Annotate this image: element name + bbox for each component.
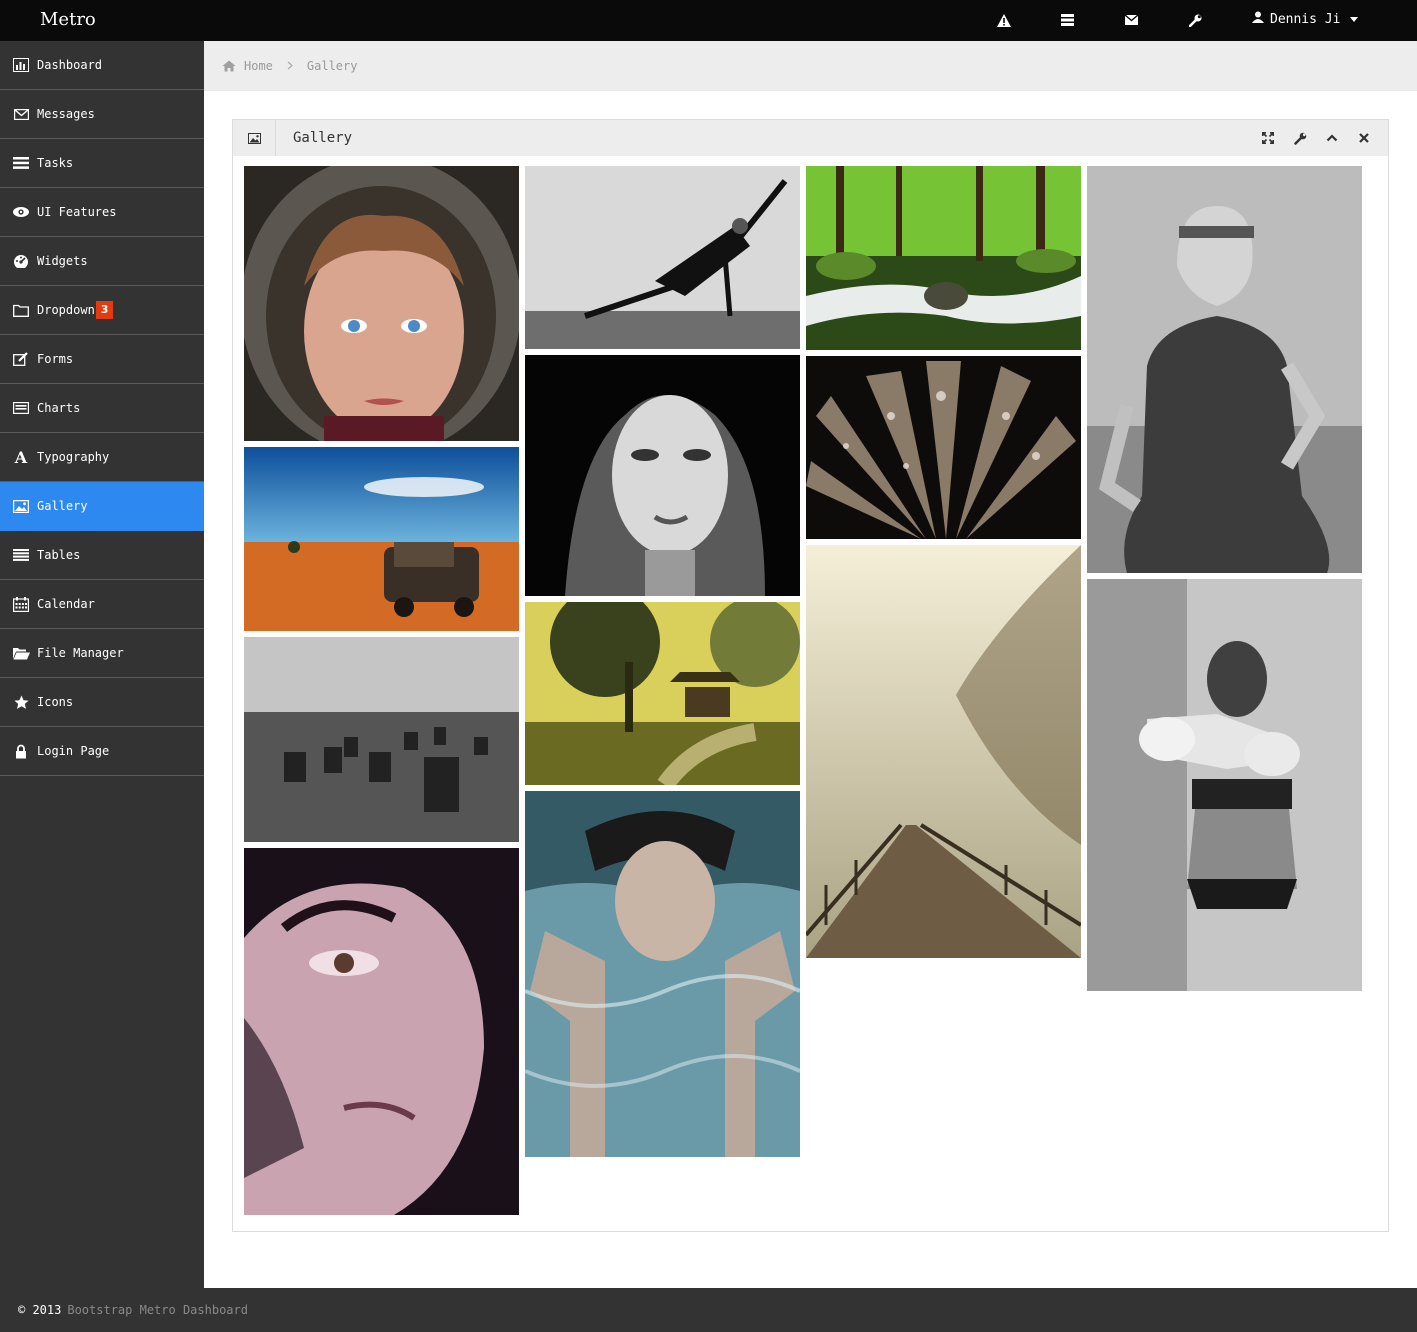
breadcrumb: Home Gallery xyxy=(204,41,1417,91)
bar-chart-icon xyxy=(12,57,30,73)
wrench-icon[interactable] xyxy=(1292,130,1308,146)
sidebar-item-label: Calendar xyxy=(37,597,95,611)
gallery-image-woman-headband-dress[interactable] xyxy=(1087,166,1362,573)
chevron-up-icon[interactable] xyxy=(1324,130,1340,146)
sidebar-item-label: Tasks xyxy=(37,156,74,170)
folder-open-icon xyxy=(12,645,30,661)
sidebar-item-tasks[interactable]: Tasks xyxy=(0,139,204,188)
dashboard-icon xyxy=(12,253,30,269)
gallery-image-woman-fur-hood[interactable] xyxy=(244,166,519,441)
fullscreen-icon[interactable] xyxy=(1260,130,1276,146)
tasks-icon[interactable] xyxy=(1057,10,1077,30)
sidebar-item-label: Charts xyxy=(37,401,81,415)
chevron-down-icon xyxy=(1350,16,1359,22)
wrench-icon[interactable] xyxy=(1185,10,1205,30)
sidebar-item-label: UI Features xyxy=(37,205,117,219)
sidebar-item-label: Dropdown xyxy=(37,303,95,317)
sidebar-item-forms[interactable]: Forms xyxy=(0,335,204,384)
lock-icon xyxy=(12,743,30,759)
gallery-image-boy-underwater[interactable] xyxy=(525,791,800,1157)
sidebar-item-label: Typography xyxy=(37,450,110,464)
sidebar-item-widgets[interactable]: Widgets xyxy=(0,237,204,286)
sidebar-item-charts[interactable]: Charts xyxy=(0,384,204,433)
sidebar-item-gallery[interactable]: Gallery xyxy=(0,482,204,531)
close-icon[interactable] xyxy=(1356,130,1372,146)
sidebar-item-dropdown[interactable]: Dropdown 3 xyxy=(0,286,204,335)
brand-logo[interactable]: Metro xyxy=(40,9,96,30)
home-icon xyxy=(222,60,236,72)
align-justify-icon xyxy=(12,547,30,563)
gallery-image-woman-face-closeup[interactable] xyxy=(244,848,519,1215)
sidebar-item-login-page[interactable]: Login Page xyxy=(0,727,204,776)
sidebar-item-label: Messages xyxy=(37,107,95,121)
dropdown-count-badge: 3 xyxy=(95,301,114,319)
gallery-image-foggy-wooden-bridge[interactable] xyxy=(806,545,1081,958)
user-name: Dennis Ji xyxy=(1270,11,1341,27)
sidebar-item-file-manager[interactable]: File Manager xyxy=(0,629,204,678)
envelope-icon xyxy=(12,106,30,122)
picture-icon xyxy=(12,498,30,514)
sidebar-item-icons[interactable]: Icons xyxy=(0,678,204,727)
sidebar-item-label: Gallery xyxy=(37,499,88,513)
picture-icon xyxy=(233,120,276,156)
copyright-text: © 2013 xyxy=(18,1303,62,1317)
gallery-image-chairs-in-field[interactable] xyxy=(244,637,519,842)
sidebar: Dashboard Messages Tasks UI Features Wid… xyxy=(0,41,204,1288)
gallery-image-yoga-pose[interactable] xyxy=(525,166,800,349)
gallery-image-forest-stream[interactable] xyxy=(806,166,1081,350)
gallery-image-desert-rusty-car[interactable] xyxy=(244,447,519,631)
gallery-image-water-drops-flower[interactable] xyxy=(806,356,1081,539)
breadcrumb-current: Gallery xyxy=(306,59,358,73)
top-navbar: Metro Dennis Ji xyxy=(0,0,1417,41)
edit-icon xyxy=(12,351,30,367)
warning-icon[interactable] xyxy=(994,10,1014,30)
envelope-icon[interactable] xyxy=(1121,10,1141,30)
sidebar-item-label: Forms xyxy=(37,352,74,366)
sidebar-item-messages[interactable]: Messages xyxy=(0,90,204,139)
eye-icon xyxy=(12,204,30,220)
sidebar-item-label: Login Page xyxy=(37,744,110,758)
sidebar-item-ui-features[interactable]: UI Features xyxy=(0,188,204,237)
sidebar-item-label: Widgets xyxy=(37,254,88,268)
sidebar-item-tables[interactable]: Tables xyxy=(0,531,204,580)
list-icon xyxy=(12,400,30,416)
star-icon xyxy=(12,694,30,710)
gallery-image-boxer-woman[interactable] xyxy=(1087,579,1362,991)
calendar-icon xyxy=(12,596,30,612)
font-icon: A xyxy=(14,447,28,467)
box-title: Gallery xyxy=(293,130,353,146)
box-header: Gallery xyxy=(233,120,1388,156)
sidebar-item-dashboard[interactable]: Dashboard xyxy=(0,41,204,90)
sidebar-item-label: Tables xyxy=(37,548,81,562)
footer: © 2013 Bootstrap Metro Dashboard xyxy=(0,1288,1417,1332)
folder-icon xyxy=(12,302,30,318)
sidebar-item-label: Icons xyxy=(37,695,74,709)
sidebar-item-typography[interactable]: A Typography xyxy=(0,433,204,482)
user-menu[interactable]: Dennis Ji xyxy=(1252,11,1359,27)
chevron-right-icon xyxy=(287,59,293,73)
tasks-icon xyxy=(12,155,30,171)
footer-link[interactable]: Bootstrap Metro Dashboard xyxy=(67,1303,248,1317)
sidebar-item-label: File Manager xyxy=(37,646,124,660)
gallery-image-woman-mannequin-face[interactable] xyxy=(525,355,800,596)
sidebar-item-calendar[interactable]: Calendar xyxy=(0,580,204,629)
sidebar-item-label: Dashboard xyxy=(37,58,103,72)
gallery-image-pagoda-park[interactable] xyxy=(525,602,800,785)
user-icon xyxy=(1252,11,1264,27)
breadcrumb-home-link[interactable]: Home xyxy=(244,59,273,73)
